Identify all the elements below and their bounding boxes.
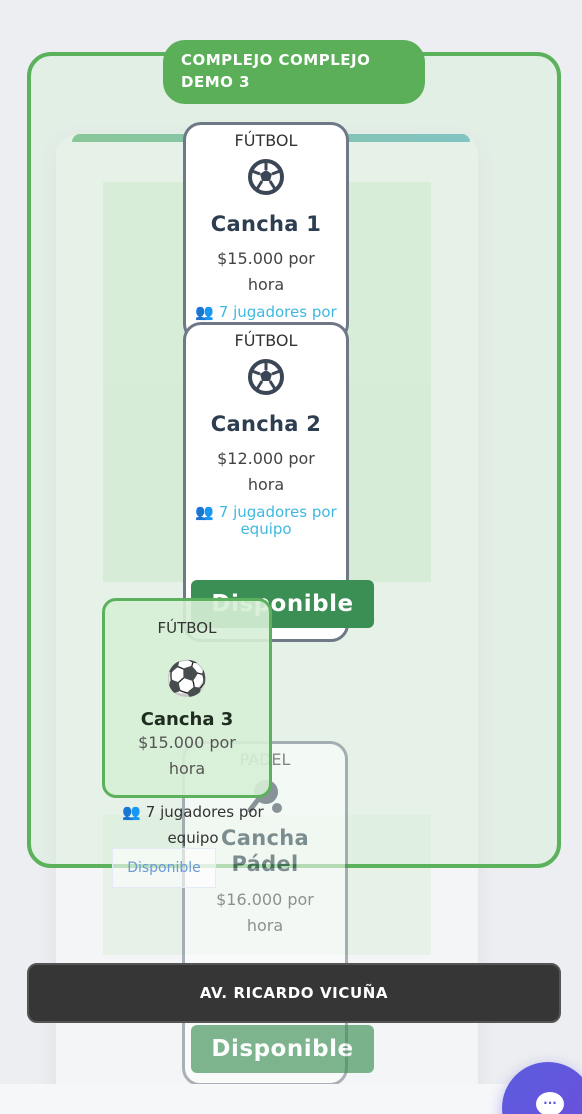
court-sport-label: FÚTBOL <box>157 619 217 637</box>
soccer-ball-icon <box>247 158 285 196</box>
court-price: $15.000 por hora <box>138 733 236 778</box>
court-name: Cancha 3 <box>140 709 234 730</box>
court-price: $12.000 por hora <box>217 449 315 494</box>
court-name: Cancha 1 <box>210 212 322 236</box>
court-players-text: 7 jugadores por equipo <box>218 503 337 538</box>
court-players: 👥 7 jugadores por equipo <box>118 799 268 851</box>
status-label[interactable]: Disponible <box>112 848 216 888</box>
court-name: Cancha 2 <box>210 412 322 436</box>
bottom-band <box>0 1084 582 1114</box>
court-price: $15.000 por hora <box>217 249 315 294</box>
users-icon: 👥 <box>195 503 214 521</box>
chat-button[interactable]: ... <box>502 1062 582 1114</box>
soccer-ball-icon: ⚽ <box>165 659 209 699</box>
users-icon: 👥 <box>122 803 141 821</box>
complex-title: COMPLEJO COMPLEJO DEMO 3 <box>163 40 425 104</box>
court-players: 👥 7 jugadores por equipo <box>186 504 346 538</box>
court-players-text: 7 jugadores por equipo <box>145 803 264 847</box>
chat-bubble-icon: ... <box>536 1092 564 1114</box>
users-icon: 👥 <box>195 303 214 321</box>
court-price: $16.000 por hora <box>216 890 314 935</box>
court-card-3[interactable]: FÚTBOL ⚽ Cancha 3 $15.000 por hora <box>102 598 272 798</box>
street-label: AV. RICARDO VICUÑA <box>27 963 561 1023</box>
soccer-ball-icon <box>247 358 285 396</box>
court-sport-label: FÚTBOL <box>234 131 298 150</box>
court-sport-label: FÚTBOL <box>234 331 298 350</box>
status-badge[interactable]: Disponible <box>191 1025 374 1073</box>
court-card-1[interactable]: FÚTBOL Cancha 1 $15.000 por hora 👥 7 jug… <box>183 122 349 342</box>
